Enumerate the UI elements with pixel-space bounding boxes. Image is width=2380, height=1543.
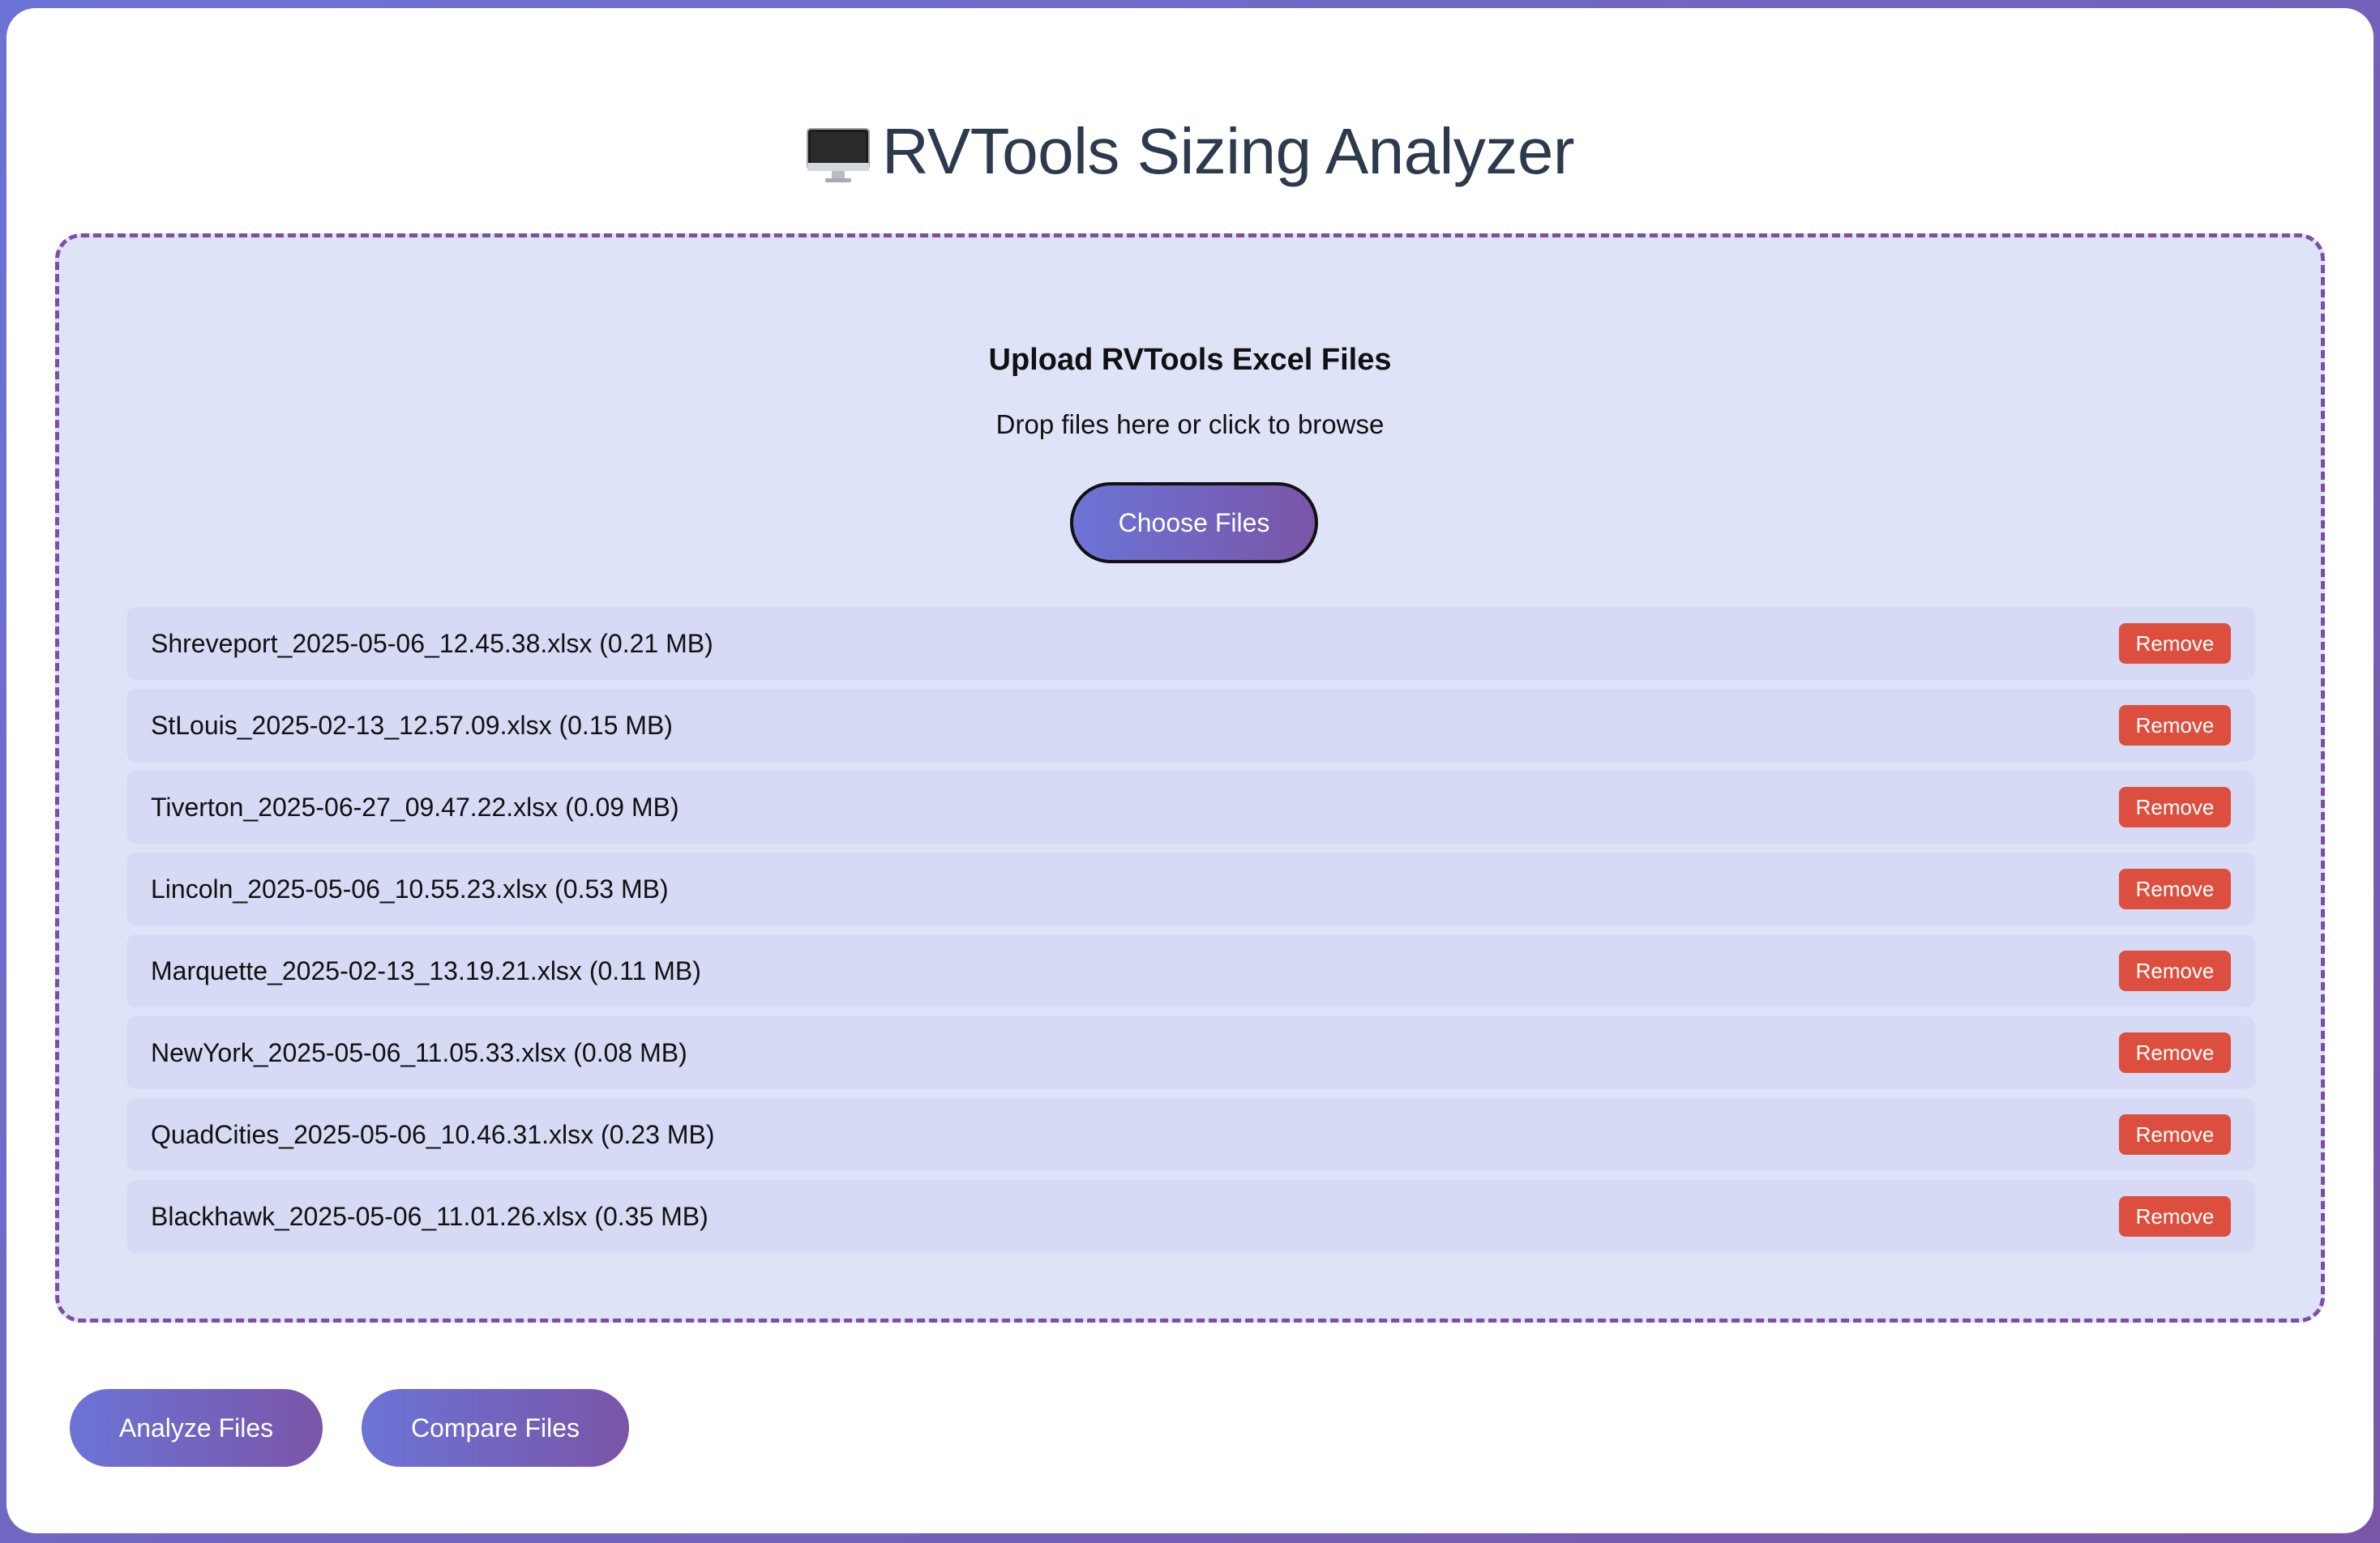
remove-file-button[interactable]: Remove	[2119, 951, 2231, 991]
remove-file-button[interactable]: Remove	[2119, 787, 2231, 827]
file-list-item: Shreveport_2025-05-06_12.45.38.xlsx (0.2…	[126, 607, 2255, 680]
file-list-item: QuadCities_2025-05-06_10.46.31.xlsx (0.2…	[126, 1098, 2255, 1171]
file-name: Marquette_2025-02-13_13.19.21.xlsx (0.11…	[151, 956, 701, 985]
file-name: Blackhawk_2025-05-06_11.01.26.xlsx (0.35…	[151, 1202, 708, 1231]
file-dropzone[interactable]: Upload RVTools Excel Files Drop files he…	[55, 233, 2325, 1323]
file-list-item: Marquette_2025-02-13_13.19.21.xlsx (0.11…	[126, 934, 2255, 1007]
file-list-item: Tiverton_2025-06-27_09.47.22.xlsx (0.09 …	[126, 771, 2255, 844]
page-header: RVTools Sizing Analyzer	[6, 107, 2374, 196]
file-list-item: Lincoln_2025-05-06_10.55.23.xlsx (0.53 M…	[126, 853, 2255, 925]
file-list: Shreveport_2025-05-06_12.45.38.xlsx (0.2…	[126, 607, 2255, 1262]
file-name: NewYork_2025-05-06_11.05.33.xlsx (0.08 M…	[151, 1038, 687, 1067]
desktop-computer-icon	[806, 128, 870, 182]
remove-file-button[interactable]: Remove	[2119, 1114, 2231, 1155]
main-card: RVTools Sizing Analyzer Upload RVTools E…	[6, 8, 2374, 1533]
file-name: Lincoln_2025-05-06_10.55.23.xlsx (0.53 M…	[151, 874, 669, 904]
remove-file-button[interactable]: Remove	[2119, 705, 2231, 746]
remove-file-button[interactable]: Remove	[2119, 1196, 2231, 1237]
compare-files-button[interactable]: Compare Files	[362, 1389, 629, 1467]
remove-file-button[interactable]: Remove	[2119, 869, 2231, 909]
analyze-files-button[interactable]: Analyze Files	[70, 1389, 323, 1467]
file-list-item: Blackhawk_2025-05-06_11.01.26.xlsx (0.35…	[126, 1180, 2255, 1253]
file-name: StLouis_2025-02-13_12.57.09.xlsx (0.15 M…	[151, 711, 673, 740]
file-list-item: StLouis_2025-02-13_12.57.09.xlsx (0.15 M…	[126, 689, 2255, 762]
file-name: Shreveport_2025-05-06_12.45.38.xlsx (0.2…	[151, 629, 713, 658]
upload-title: Upload RVTools Excel Files	[988, 343, 1392, 377]
upload-subtitle: Drop files here or click to browse	[995, 409, 1385, 439]
page-title: RVTools Sizing Analyzer	[881, 115, 1575, 187]
file-name: Tiverton_2025-06-27_09.47.22.xlsx (0.09 …	[151, 793, 679, 822]
file-list-item: NewYork_2025-05-06_11.05.33.xlsx (0.08 M…	[126, 1016, 2255, 1089]
remove-file-button[interactable]: Remove	[2119, 623, 2231, 664]
file-name: QuadCities_2025-05-06_10.46.31.xlsx (0.2…	[151, 1120, 715, 1149]
choose-files-button[interactable]: Choose Files	[1070, 482, 1318, 563]
remove-file-button[interactable]: Remove	[2119, 1032, 2231, 1073]
